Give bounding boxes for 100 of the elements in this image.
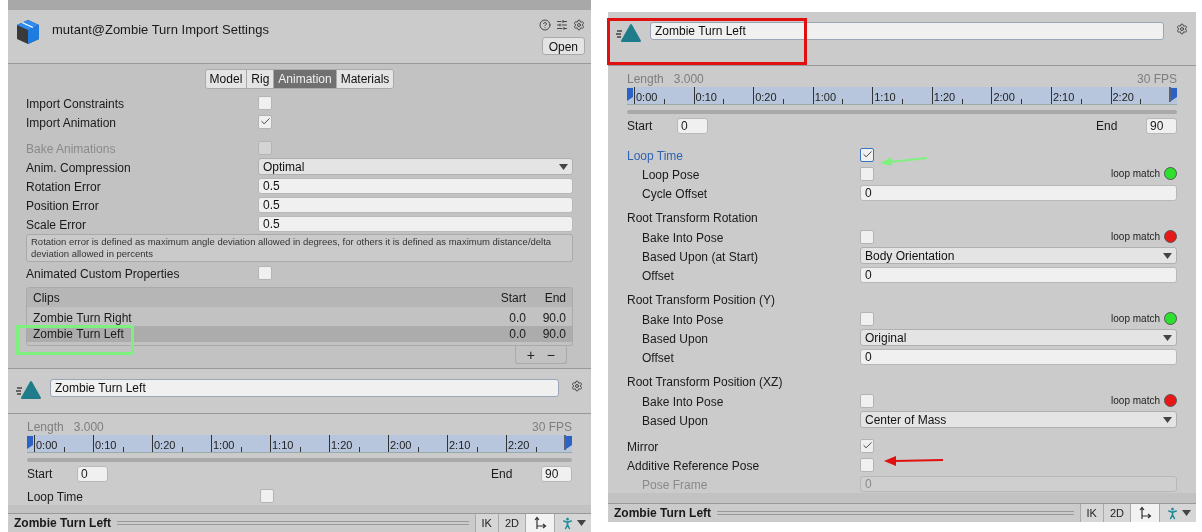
checkbox[interactable] [258, 95, 272, 110]
open-button[interactable]: Open [541, 37, 585, 55]
length-value: 3.000 [73, 418, 104, 436]
field-label: Based Upon [642, 413, 709, 428]
tab[interactable]: Animation [273, 70, 336, 88]
end-label: End [491, 466, 514, 483]
axes-button[interactable] [1130, 503, 1159, 522]
checkbox[interactable] [860, 166, 874, 181]
start-label: Start [27, 466, 54, 483]
start-marker-icon[interactable] [27, 436, 33, 449]
dropdown[interactable]: Center of Mass [860, 411, 1177, 428]
tab[interactable]: Rig [246, 70, 274, 88]
field-label: Mirror [627, 439, 659, 454]
value-field[interactable]: 0 [860, 184, 1177, 201]
loop-match-label: loop match [1111, 167, 1160, 181]
field-label: Import Constraints [26, 96, 125, 111]
remove-clip-button[interactable]: − [543, 347, 558, 362]
time-tick-label: 2:20 [1111, 90, 1134, 104]
axes-icon [533, 516, 547, 530]
field-label: Offset [642, 350, 674, 365]
time-tick-label: 1:20 [330, 438, 353, 452]
checkbox[interactable] [860, 147, 874, 162]
add-clip-button[interactable]: + [523, 347, 538, 362]
start-marker-icon[interactable] [627, 88, 633, 101]
section-heading: Root Transform Rotation [627, 209, 758, 227]
timeline-ruler[interactable]: 0:00 0:10 0:20 1:00 1:10 1:20 2:00 2:10 2:20 [27, 435, 572, 453]
column-header: End [543, 289, 566, 307]
value-field[interactable]: 0.5 [258, 215, 573, 232]
preview-title: Zombie Turn Left [13, 515, 113, 532]
scrollbar-track[interactable] [627, 110, 1177, 114]
settings-icon[interactable] [1176, 23, 1188, 35]
toolbar-button[interactable]: IK [1079, 503, 1103, 522]
end-label: End [1096, 118, 1119, 135]
settings-icon[interactable] [573, 19, 585, 31]
field-label: Pose Frame [642, 477, 708, 492]
preview-title: Zombie Turn Left [613, 505, 713, 522]
field-label: Bake Into Pose [642, 230, 724, 245]
clip-row[interactable]: Zombie Turn Right 0.0 90.0 [27, 310, 572, 326]
person-icon [1165, 505, 1180, 521]
field-label: Import Animation [26, 115, 117, 130]
field-label: Anim. Compression [26, 160, 131, 175]
field-label: Offset [642, 268, 674, 283]
checkbox[interactable] [860, 393, 874, 408]
time-tick-label: 1:10 [271, 438, 294, 452]
animation-clip-icon [616, 23, 642, 43]
end-marker-icon[interactable] [564, 435, 572, 450]
checkbox[interactable] [860, 229, 874, 244]
avatar-dropdown-button[interactable] [554, 513, 591, 532]
settings-icon[interactable] [571, 380, 583, 392]
field-label: Bake Into Pose [642, 394, 724, 409]
tab[interactable]: Model [205, 70, 247, 88]
field-label: Bake Animations [26, 141, 116, 156]
timeline-ruler[interactable]: 0:00 0:10 0:20 1:00 1:10 1:20 2:00 2:10 2:20 [627, 87, 1177, 105]
time-tick-label: 0:10 [94, 438, 117, 452]
time-tick-label: 1:20 [932, 90, 956, 104]
person-icon [560, 515, 575, 531]
section-heading: Root Transform Position (Y) [627, 291, 776, 309]
loop-match-label: loop match [1111, 230, 1160, 244]
checkbox[interactable] [860, 311, 874, 326]
checkbox[interactable] [258, 265, 272, 280]
end-marker-icon[interactable] [1169, 87, 1178, 102]
field-label: Animated Custom Properties [26, 266, 180, 281]
clip-name-field[interactable]: Zombie Turn Left [650, 22, 1164, 40]
toolbar-button[interactable]: IK [474, 513, 498, 532]
avatar-dropdown-button[interactable] [1159, 503, 1196, 522]
section-heading: Root Transform Position (XZ) [627, 373, 783, 391]
dropdown-caret-icon [577, 520, 586, 526]
toolbar-button[interactable]: 2D [1102, 503, 1130, 522]
length-label: Length [627, 70, 664, 88]
value-field[interactable]: 0.5 [258, 177, 573, 194]
end-field[interactable]: 90 [541, 466, 572, 482]
help-text: Rotation error is defined as maximum angle deviation allowed in degrees, for others it is defined as maximum distance/delta deviation allowed in percents [26, 234, 573, 262]
value-field[interactable]: 0 [860, 348, 1177, 365]
field-label: Loop Time [27, 489, 84, 504]
field-label: Loop Pose [642, 167, 700, 182]
dropdown[interactable]: Body Orientation [860, 247, 1177, 264]
loop-match-label: loop match [1111, 312, 1160, 326]
toolbar-button[interactable]: 2D [497, 513, 525, 532]
field-label: Scale Error [26, 217, 87, 232]
dropdown[interactable]: Original [860, 329, 1177, 346]
scrollbar-track[interactable] [27, 458, 572, 462]
value-field[interactable]: 0 [860, 266, 1177, 283]
dropdown[interactable]: Optimal [258, 158, 573, 175]
checkbox[interactable] [860, 438, 874, 453]
value-field[interactable]: 0.5 [258, 196, 573, 213]
checkbox[interactable] [860, 457, 874, 472]
end-field[interactable]: 90 [1146, 118, 1177, 134]
start-field[interactable]: 0 [77, 466, 108, 482]
axes-button[interactable] [525, 513, 554, 532]
axes-icon [1138, 506, 1152, 520]
field-label: Rotation Error [26, 179, 101, 194]
presets-icon[interactable] [556, 19, 568, 31]
clip-row[interactable]: Zombie Turn Left 0.0 90.0 [27, 326, 572, 342]
checkbox[interactable] [260, 488, 274, 503]
checkbox[interactable] [258, 114, 272, 129]
clip-name-field[interactable]: Zombie Turn Left [50, 379, 559, 397]
time-tick-label: 2:10 [1051, 90, 1075, 104]
tab[interactable]: Materials [335, 70, 394, 88]
help-icon[interactable] [539, 19, 551, 31]
start-field[interactable]: 0 [677, 118, 708, 134]
